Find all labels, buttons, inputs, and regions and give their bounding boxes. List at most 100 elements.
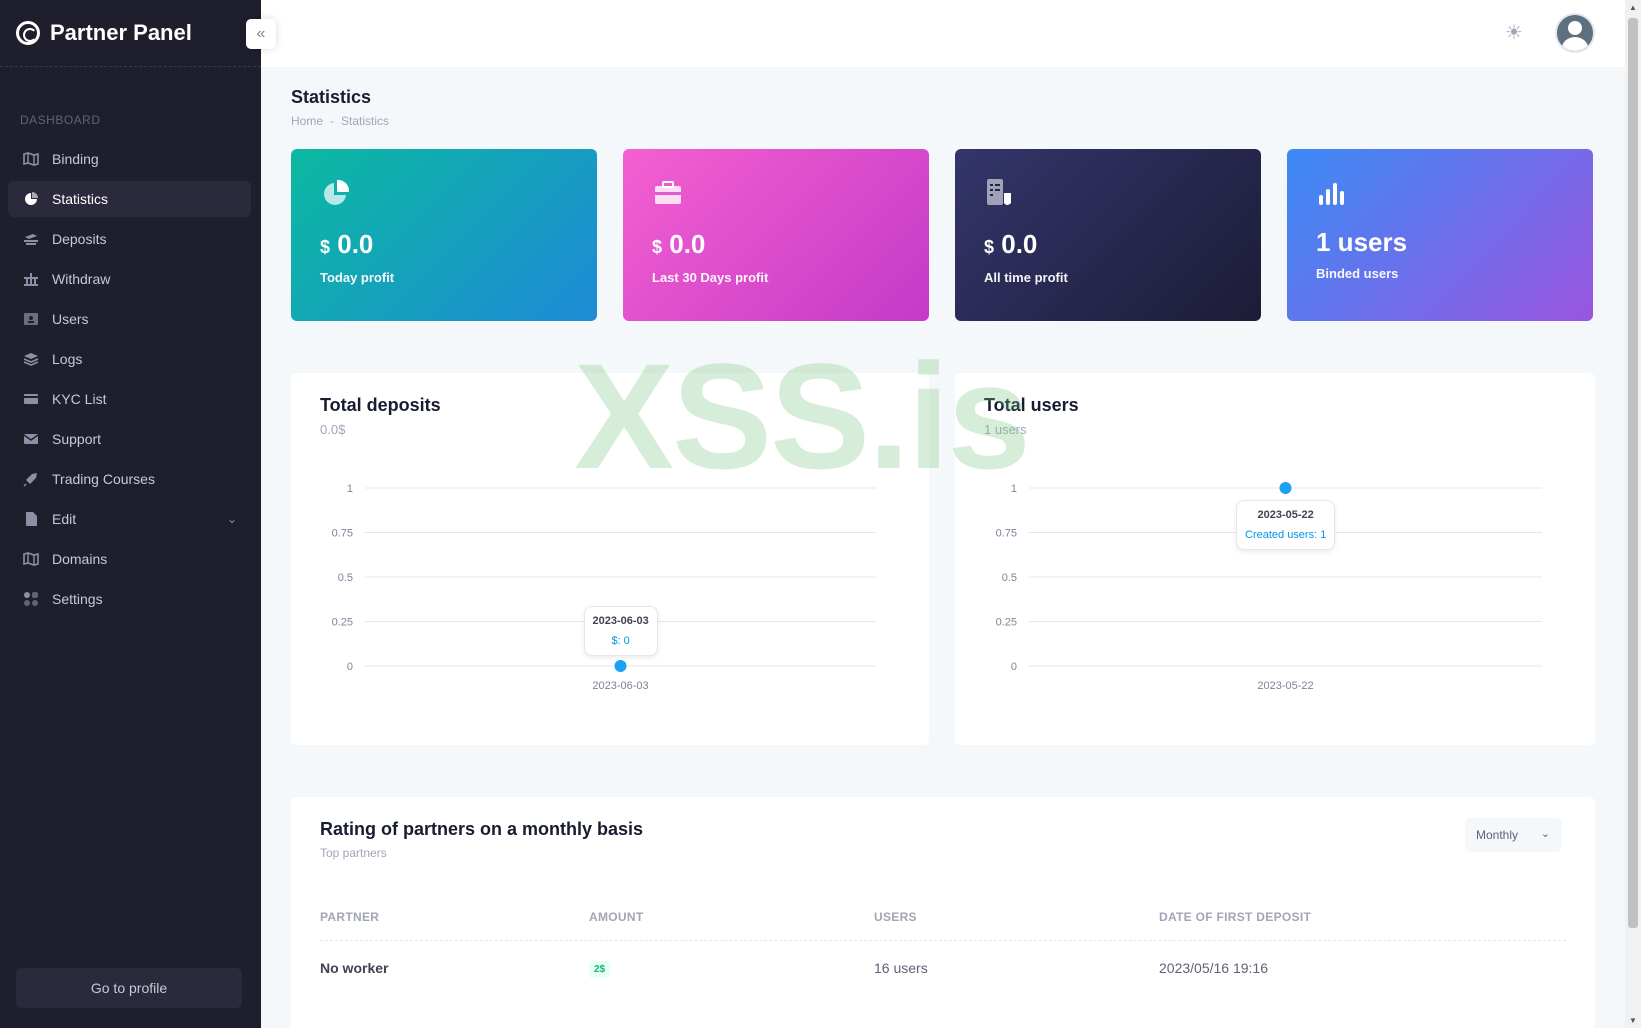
y-tick-label: 0.25 — [996, 617, 1017, 629]
x-tick-label: 2023-06-03 — [592, 680, 648, 692]
breadcrumb-home[interactable]: Home — [291, 114, 323, 128]
period-select-value: Monthly — [1476, 828, 1519, 842]
stat-value: $ 0.0 — [984, 229, 1038, 259]
pie-chart-icon — [22, 191, 40, 207]
avatar[interactable] — [1555, 13, 1595, 53]
table-row: No worker 2$ 16 users 2023/05/16 19:16 — [320, 941, 1566, 995]
stat-label: Last 30 Days profit — [652, 270, 769, 285]
rating-subtitle: Top partners — [320, 846, 387, 860]
partners-rating-card: Rating of partners on a monthly basis To… — [291, 797, 1595, 1028]
receipt-icon — [987, 179, 1011, 205]
layers-icon — [22, 351, 40, 367]
sidebar-item-settings[interactable]: Settings — [8, 581, 251, 617]
date-cell: 2023/05/16 19:16 — [1159, 960, 1268, 976]
y-tick-label: 0.5 — [338, 572, 353, 584]
scroll-down-arrow-icon[interactable]: ▼ — [1629, 1016, 1637, 1025]
document-icon — [22, 511, 40, 527]
sun-icon[interactable]: ☀ — [1503, 22, 1525, 44]
amount-cell: 2$ — [589, 959, 874, 978]
scrollbar-thumb[interactable] — [1628, 18, 1638, 928]
brand-logo-icon — [16, 21, 40, 45]
sidebar-item-statistics[interactable]: Statistics — [8, 181, 251, 217]
stat-cards: $ 0.0 Today profit $ 0.0 Last 30 Days pr… — [291, 149, 1595, 321]
total-deposits-chart: 0 0.25 0.5 0.75 1 2023-06-03 — [332, 483, 876, 692]
stat-card-today-profit: $ 0.0 Today profit — [291, 149, 597, 321]
mail-icon — [22, 431, 40, 447]
sidebar-item-kyc-list[interactable]: KYC List — [8, 381, 251, 417]
tooltip-title: 2023-06-03 — [592, 615, 649, 627]
y-tick-label: 0 — [347, 661, 353, 673]
column-header: USERS — [874, 910, 917, 924]
sidebar-item-label: Edit — [52, 511, 77, 527]
sidebar-item-label: Users — [52, 311, 89, 327]
y-tick-label: 0.25 — [332, 617, 353, 629]
chart-tooltip: 2023-05-22 Created users: 1 — [1236, 500, 1336, 550]
sidebar-item-users[interactable]: Users — [8, 301, 251, 337]
sidebar-item-binding[interactable]: Binding — [8, 141, 251, 177]
menu-section-title: DASHBOARD — [20, 113, 101, 127]
sidebar-item-domains[interactable]: Domains — [8, 541, 251, 577]
stat-label: Binded users — [1316, 266, 1399, 281]
stat-label: Today profit — [320, 270, 395, 285]
period-select[interactable]: Monthly ⌄ — [1465, 818, 1562, 852]
y-tick-label: 1 — [347, 483, 353, 495]
stat-card-binded-users: 1 users Binded users — [1287, 149, 1593, 321]
page-title: Statistics — [291, 87, 372, 107]
go-to-profile-button[interactable]: Go to profile — [16, 968, 242, 1008]
data-point — [614, 660, 627, 672]
column-header: AMOUNT — [589, 910, 644, 924]
rating-title: Rating of partners on a monthly basis — [320, 819, 644, 839]
sidebar-item-label: Binding — [52, 151, 99, 167]
sidebar-item-label: Withdraw — [52, 271, 111, 287]
users-icon — [22, 311, 40, 327]
briefcase-icon — [655, 181, 681, 204]
rocket-icon — [22, 471, 40, 487]
sidebar-item-support[interactable]: Support — [8, 421, 251, 457]
sidebar-item-label: Deposits — [52, 231, 107, 247]
table-header: PARTNER AMOUNT USERS DATE OF FIRST DEPOS… — [320, 910, 1566, 941]
stat-value: 1 users — [1316, 227, 1408, 257]
x-tick-label: 2023-05-22 — [1257, 680, 1313, 692]
grid-icon — [22, 591, 40, 607]
sidebar-item-label: Statistics — [52, 191, 109, 207]
map-icon — [22, 551, 40, 567]
sidebar-item-edit[interactable]: Edit ⌄ — [8, 501, 251, 537]
y-tick-label: 0.75 — [996, 528, 1017, 540]
bar-chart-icon — [1319, 183, 1344, 205]
chevron-down-icon: ⌄ — [1540, 828, 1550, 840]
users-cell: 16 users — [874, 960, 928, 976]
stat-label: All time profit — [984, 270, 1068, 285]
total-deposits-chart-card: Total deposits 0.0$ 0 0.25 0.5 0.75 1 2023-06… — [291, 373, 929, 745]
y-tick-label: 0.5 — [1002, 572, 1017, 584]
sidebar-item-label: Trading Courses — [52, 471, 155, 487]
sidebar-item-label: Settings — [52, 591, 103, 607]
brand-title: Partner Panel — [50, 20, 192, 45]
sidebar-item-label: Support — [52, 431, 102, 447]
sidebar-item-trading-courses[interactable]: Trading Courses — [8, 461, 251, 497]
data-point — [1279, 482, 1292, 494]
column-header: PARTNER — [320, 910, 380, 924]
double-chevron-left-icon: « — [256, 25, 266, 42]
tooltip-title: 2023-05-22 — [1257, 509, 1314, 521]
stat-value: $ 0.0 — [320, 229, 374, 259]
sidebar-item-logs[interactable]: Logs — [8, 341, 251, 377]
stat-value: $ 0.0 — [652, 229, 706, 259]
sidebar-item-withdraw[interactable]: Withdraw — [8, 261, 251, 297]
total-users-chart: 0 0.25 0.5 0.75 1 2023-05-22 — [996, 482, 1542, 692]
brand: Partner Panel « — [0, 0, 276, 67]
main-content: Statistics Home - Statistics $ 0.0 Today… — [291, 67, 1595, 1028]
column-header: DATE OF FIRST DEPOSIT — [1159, 910, 1312, 924]
map-icon — [22, 151, 40, 167]
stat-card-all-time-profit: $ 0.0 All time profit — [955, 149, 1261, 321]
amount-badge: 2$ — [589, 960, 611, 978]
y-tick-label: 0 — [1011, 661, 1017, 673]
pie-chart-icon — [324, 179, 350, 205]
collapse-sidebar-button[interactable]: « — [246, 19, 276, 49]
scroll-up-arrow-icon[interactable]: ▲ — [1629, 3, 1637, 12]
page-scrollbar[interactable]: ▲ ▼ — [1625, 0, 1641, 1028]
sidebar: Partner Panel « DASHBOARD Binding Statis… — [0, 0, 276, 1028]
tooltip-value: Created users: 1 — [1245, 529, 1327, 541]
card-icon — [22, 391, 40, 407]
sidebar-item-deposits[interactable]: Deposits — [8, 221, 251, 257]
y-tick-label: 1 — [1011, 483, 1017, 495]
